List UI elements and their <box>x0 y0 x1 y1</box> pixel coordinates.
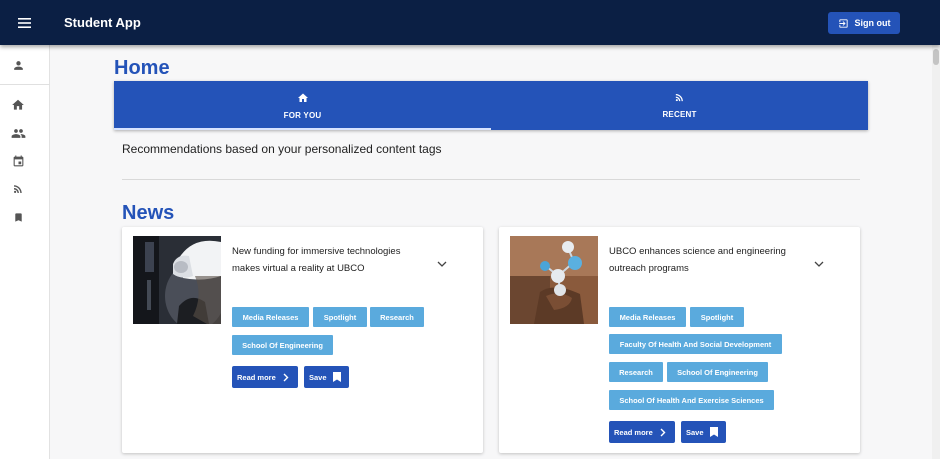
chevron-right-icon <box>660 428 666 436</box>
sidebar-item-profile[interactable] <box>10 57 26 73</box>
news-card: UBCO enhances science and engineering ou… <box>499 227 860 453</box>
person-icon <box>13 60 23 70</box>
tag-chip[interactable]: Research <box>370 307 424 327</box>
scrollbar[interactable] <box>932 45 940 459</box>
news-title[interactable]: UBCO enhances science and engineering ou… <box>609 244 805 277</box>
tab-for-you[interactable]: FOR YOU <box>114 81 491 130</box>
news-thumbnail <box>510 236 598 324</box>
scrollbar-thumb[interactable] <box>933 49 939 65</box>
top-app-bar: Student App Sign out <box>0 0 940 45</box>
bookmark-icon <box>14 212 22 222</box>
tag-chip[interactable]: Spotlight <box>313 307 367 327</box>
save-label: Save <box>686 427 704 437</box>
chevron-down-icon <box>437 261 447 267</box>
tag-chip[interactable]: School Of Health And Exercise Sciences <box>609 390 774 410</box>
sidebar-item-home[interactable] <box>10 97 26 113</box>
tag-chip[interactable]: Research <box>609 362 663 382</box>
news-thumbnail <box>133 236 221 324</box>
rss-icon <box>675 94 683 102</box>
hamburger-menu-icon <box>17 17 31 28</box>
people-icon <box>11 128 25 138</box>
menu-button[interactable] <box>0 0 48 45</box>
tab-recent[interactable]: RECENT <box>491 81 868 130</box>
sign-out-label: Sign out <box>854 18 891 28</box>
read-more-label: Read more <box>237 372 276 382</box>
tab-label: FOR YOU <box>283 110 322 120</box>
section-divider <box>122 179 860 180</box>
page-title: Home <box>114 57 170 79</box>
news-card: New funding for immersive technologies m… <box>122 227 483 453</box>
read-more-button[interactable]: Read more <box>232 366 298 388</box>
bookmark-icon <box>710 427 718 437</box>
tag-chip[interactable]: Spotlight <box>690 307 744 327</box>
expand-button[interactable] <box>813 258 825 270</box>
save-button[interactable]: Save <box>304 366 349 388</box>
save-label: Save <box>309 372 327 382</box>
tab-bar: FOR YOU RECENT <box>114 81 868 130</box>
tag-chip[interactable]: School Of Engineering <box>232 335 333 355</box>
home-icon <box>297 93 308 102</box>
read-more-label: Read more <box>614 427 653 437</box>
rss-icon <box>14 185 22 193</box>
chevron-down-icon <box>814 261 824 267</box>
app-title: Student App <box>64 15 141 30</box>
tag-chip[interactable]: Faculty Of Health And Social Development <box>609 334 782 354</box>
tag-chip[interactable]: School Of Engineering <box>667 362 768 382</box>
sidebar-item-people[interactable] <box>10 125 26 141</box>
recommendation-text: Recommendations based on your personaliz… <box>122 142 442 156</box>
read-more-button[interactable]: Read more <box>609 421 675 443</box>
bookmark-icon <box>333 372 341 382</box>
news-title[interactable]: New funding for immersive technologies m… <box>232 244 428 277</box>
sidebar-item-saved[interactable] <box>10 209 26 225</box>
expand-button[interactable] <box>436 258 448 270</box>
news-heading: News <box>122 202 175 224</box>
sidebar-item-events[interactable] <box>10 153 26 169</box>
calendar-icon <box>13 155 23 166</box>
chevron-right-icon <box>283 373 289 381</box>
sign-out-button[interactable]: Sign out <box>828 12 900 34</box>
side-navigation <box>0 45 50 459</box>
tag-chip[interactable]: Media Releases <box>609 307 686 327</box>
save-button[interactable]: Save <box>681 421 726 443</box>
sign-out-icon <box>838 18 848 28</box>
sidebar-divider <box>0 84 50 85</box>
sidebar-item-feed[interactable] <box>10 181 26 197</box>
home-icon <box>12 99 24 110</box>
tag-chip[interactable]: Media Releases <box>232 307 309 327</box>
tab-label: RECENT <box>662 110 697 119</box>
